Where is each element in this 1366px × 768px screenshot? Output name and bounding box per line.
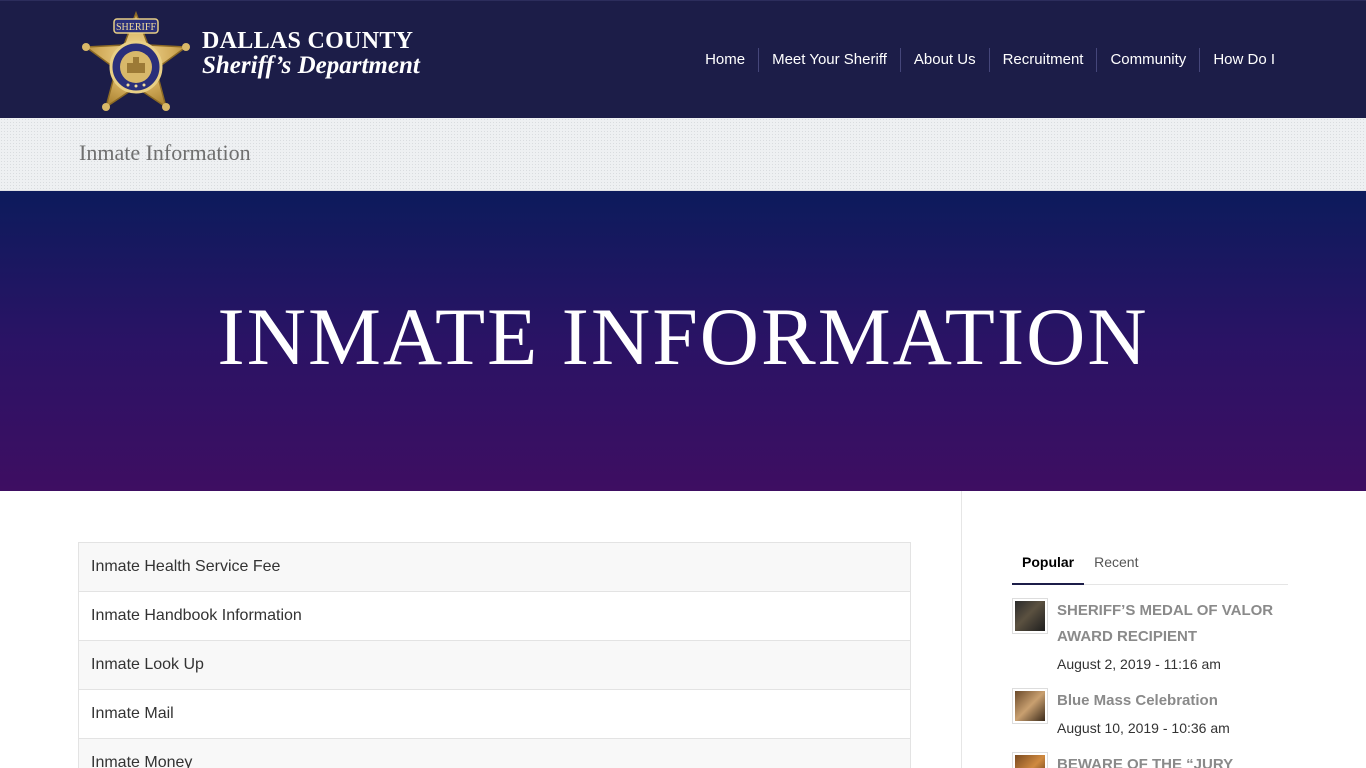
main-nav: Home Meet Your Sheriff About Us Recruitm… [692,48,1288,72]
hero-banner: INMATE INFORMATION [0,191,1366,491]
logo-department: Sheriff’s Department [202,52,420,79]
sidebar-divider [961,491,962,768]
tab-popular[interactable]: Popular [1012,546,1085,585]
inmate-info-list: Inmate Health Service Fee Inmate Handboo… [78,542,911,768]
badge-top-text: SHERIFF [116,22,156,33]
nav-about-us[interactable]: About Us [899,48,989,72]
site-logo[interactable]: SHERIFF DALLAS COUNTY Sheriff’s Departme… [80,9,460,111]
post-title[interactable]: Blue Mass Celebration [1057,688,1230,714]
post-title[interactable]: BEWARE OF THE “JURY [1057,752,1233,768]
logo-text: DALLAS COUNTY Sheriff’s Department [202,28,420,78]
hero-title: INMATE INFORMATION [217,291,1149,382]
post-thumbnail[interactable] [1012,752,1048,768]
nav-community[interactable]: Community [1096,48,1199,72]
sidebar-post: Blue Mass Celebration August 10, 2019 - … [1012,688,1292,741]
list-item-mail[interactable]: Inmate Mail [79,690,910,739]
nav-home[interactable]: Home [692,48,758,72]
post-thumbnail[interactable] [1012,598,1048,634]
nav-how-do-i[interactable]: How Do I [1199,48,1288,72]
post-date: August 10, 2019 - 10:36 am [1057,720,1230,736]
sidebar-post: BEWARE OF THE “JURY [1012,752,1292,768]
post-title[interactable]: SHERIFF’S MEDAL OF VALOR AWARD RECIPIENT [1057,598,1292,650]
page-title: Inmate Information [79,140,251,165]
tab-recent[interactable]: Recent [1084,546,1148,585]
list-item-handbook-information[interactable]: Inmate Handbook Information [79,592,910,641]
site-header: SHERIFF DALLAS COUNTY Sheriff’s Departme… [0,0,1366,118]
nav-meet-your-sheriff[interactable]: Meet Your Sheriff [758,48,900,72]
sheriff-badge-icon: SHERIFF [82,10,190,111]
nav-recruitment[interactable]: Recruitment [988,48,1097,72]
sidebar-tabs: Popular Recent [1012,546,1288,585]
list-item-money[interactable]: Inmate Money [79,739,910,768]
post-thumbnail[interactable] [1012,688,1048,724]
sidebar-post: SHERIFF’S MEDAL OF VALOR AWARD RECIPIENT… [1012,598,1292,677]
list-item-health-service-fee[interactable]: Inmate Health Service Fee [79,543,910,592]
logo-county: DALLAS COUNTY [202,28,414,54]
post-date: August 2, 2019 - 11:16 am [1057,656,1221,672]
page-title-band: Inmate Information [0,118,1366,191]
list-item-look-up[interactable]: Inmate Look Up [79,641,910,690]
